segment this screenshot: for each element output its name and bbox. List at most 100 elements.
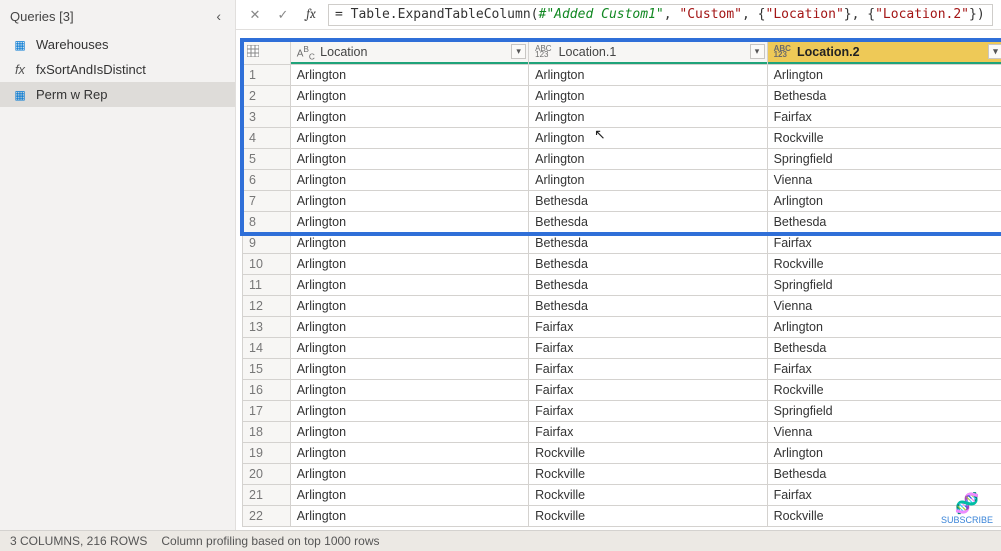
data-cell[interactable]: Arlington xyxy=(290,170,528,191)
row-number-cell[interactable]: 1 xyxy=(243,65,291,86)
formula-commit-button[interactable]: ✓ xyxy=(272,4,294,26)
table-row[interactable]: 21ArlingtonRockvilleFairfax xyxy=(243,485,1001,506)
data-cell[interactable]: Arlington xyxy=(529,65,767,86)
column-header-location-1[interactable]: ABC123 Location.1▾ xyxy=(529,41,767,65)
row-number-cell[interactable]: 6 xyxy=(243,170,291,191)
row-number-cell[interactable]: 12 xyxy=(243,296,291,317)
data-cell[interactable]: Fairfax xyxy=(529,380,767,401)
row-number-cell[interactable]: 4 xyxy=(243,128,291,149)
table-row[interactable]: 10ArlingtonBethesdaRockville xyxy=(243,254,1001,275)
data-cell[interactable]: Arlington xyxy=(290,107,528,128)
formula-input[interactable]: = Table.ExpandTableColumn(#"Added Custom… xyxy=(328,4,993,26)
data-cell[interactable]: Arlington xyxy=(290,317,528,338)
column-filter-dropdown[interactable]: ▾ xyxy=(750,44,765,59)
data-cell[interactable]: Arlington xyxy=(529,149,767,170)
data-cell[interactable]: Bethesda xyxy=(767,212,1001,233)
data-cell[interactable]: Arlington xyxy=(290,359,528,380)
column-header-location[interactable]: ABC Location▾ xyxy=(290,41,528,65)
table-row[interactable]: 5ArlingtonArlingtonSpringfield xyxy=(243,149,1001,170)
data-cell[interactable]: Fairfax xyxy=(767,233,1001,254)
data-cell[interactable]: Arlington xyxy=(767,191,1001,212)
row-number-cell[interactable]: 15 xyxy=(243,359,291,380)
table-row[interactable]: 20ArlingtonRockvilleBethesda xyxy=(243,464,1001,485)
data-cell[interactable]: Arlington xyxy=(290,380,528,401)
table-row[interactable]: 6ArlingtonArlingtonVienna xyxy=(243,170,1001,191)
data-cell[interactable]: Arlington xyxy=(290,65,528,86)
row-number-cell[interactable]: 7 xyxy=(243,191,291,212)
data-cell[interactable]: Springfield xyxy=(767,149,1001,170)
formula-cancel-button[interactable]: ✕ xyxy=(244,4,266,26)
data-cell[interactable]: Arlington xyxy=(290,149,528,170)
row-number-cell[interactable]: 16 xyxy=(243,380,291,401)
table-row[interactable]: 15ArlingtonFairfaxFairfax xyxy=(243,359,1001,380)
table-row[interactable]: 12ArlingtonBethesdaVienna xyxy=(243,296,1001,317)
data-cell[interactable]: Fairfax xyxy=(767,107,1001,128)
table-row[interactable]: 22ArlingtonRockvilleRockville xyxy=(243,506,1001,527)
data-cell[interactable]: Fairfax xyxy=(529,359,767,380)
data-cell[interactable]: Arlington xyxy=(290,464,528,485)
data-cell[interactable]: Arlington xyxy=(290,485,528,506)
data-cell[interactable]: Rockville xyxy=(529,485,767,506)
column-header-location-2[interactable]: ABC123 Location.2▾ xyxy=(767,41,1001,65)
row-number-cell[interactable]: 18 xyxy=(243,422,291,443)
data-cell[interactable]: Bethesda xyxy=(529,191,767,212)
row-number-cell[interactable]: 22 xyxy=(243,506,291,527)
row-number-cell[interactable]: 13 xyxy=(243,317,291,338)
data-cell[interactable]: Bethesda xyxy=(529,275,767,296)
data-cell[interactable]: Fairfax xyxy=(529,422,767,443)
data-cell[interactable]: Rockville xyxy=(767,128,1001,149)
row-number-cell[interactable]: 14 xyxy=(243,338,291,359)
table-row[interactable]: 14ArlingtonFairfaxBethesda xyxy=(243,338,1001,359)
table-row[interactable]: 18ArlingtonFairfaxVienna xyxy=(243,422,1001,443)
data-cell[interactable]: Rockville xyxy=(767,380,1001,401)
data-cell[interactable]: Rockville xyxy=(529,464,767,485)
data-cell[interactable]: Rockville xyxy=(529,443,767,464)
collapse-sidebar-button[interactable]: ‹ xyxy=(212,6,225,26)
table-row[interactable]: 4ArlingtonArlingtonRockville xyxy=(243,128,1001,149)
table-row[interactable]: 11ArlingtonBethesdaSpringfield xyxy=(243,275,1001,296)
table-row[interactable]: 2ArlingtonArlingtonBethesda xyxy=(243,86,1001,107)
data-cell[interactable]: Arlington xyxy=(767,443,1001,464)
data-cell[interactable]: Fairfax xyxy=(529,317,767,338)
data-grid-container[interactable]: ↖ ABC Location▾ABC123 Location.1▾ABC123 … xyxy=(236,30,1001,530)
row-number-header[interactable] xyxy=(243,41,291,65)
table-row[interactable]: 1ArlingtonArlingtonArlington xyxy=(243,65,1001,86)
data-cell[interactable]: Springfield xyxy=(767,401,1001,422)
query-item-perm-w-rep[interactable]: ▦Perm w Rep xyxy=(0,82,235,107)
data-cell[interactable]: Arlington xyxy=(529,170,767,191)
table-row[interactable]: 19ArlingtonRockvilleArlington xyxy=(243,443,1001,464)
data-cell[interactable]: Bethesda xyxy=(767,338,1001,359)
data-cell[interactable]: Arlington xyxy=(290,296,528,317)
row-number-cell[interactable]: 5 xyxy=(243,149,291,170)
data-cell[interactable]: Arlington xyxy=(290,86,528,107)
table-row[interactable]: 7ArlingtonBethesdaArlington xyxy=(243,191,1001,212)
data-cell[interactable]: Arlington xyxy=(767,317,1001,338)
data-cell[interactable]: Bethesda xyxy=(529,296,767,317)
data-grid[interactable]: ABC Location▾ABC123 Location.1▾ABC123 Lo… xyxy=(242,40,1001,527)
table-row[interactable]: 17ArlingtonFairfaxSpringfield xyxy=(243,401,1001,422)
row-number-cell[interactable]: 2 xyxy=(243,86,291,107)
data-cell[interactable]: Arlington xyxy=(290,254,528,275)
data-cell[interactable]: Arlington xyxy=(290,443,528,464)
data-cell[interactable]: Arlington xyxy=(290,275,528,296)
data-cell[interactable]: Arlington xyxy=(767,65,1001,86)
table-row[interactable]: 8ArlingtonBethesdaBethesda xyxy=(243,212,1001,233)
column-filter-dropdown[interactable]: ▾ xyxy=(988,44,1001,59)
data-cell[interactable]: Bethesda xyxy=(767,86,1001,107)
query-item-fxsortandisdistinct[interactable]: fxfxSortAndIsDistinct xyxy=(0,57,235,82)
data-cell[interactable]: Fairfax xyxy=(767,359,1001,380)
data-cell[interactable]: Rockville xyxy=(529,506,767,527)
data-cell[interactable]: Arlington xyxy=(290,212,528,233)
row-number-cell[interactable]: 10 xyxy=(243,254,291,275)
data-cell[interactable]: Arlington xyxy=(290,233,528,254)
data-cell[interactable]: Vienna xyxy=(767,422,1001,443)
data-cell[interactable]: Vienna xyxy=(767,170,1001,191)
row-number-cell[interactable]: 19 xyxy=(243,443,291,464)
row-number-cell[interactable]: 21 xyxy=(243,485,291,506)
table-row[interactable]: 16ArlingtonFairfaxRockville xyxy=(243,380,1001,401)
data-cell[interactable]: Arlington xyxy=(290,338,528,359)
data-cell[interactable]: Rockville xyxy=(767,254,1001,275)
data-cell[interactable]: Arlington xyxy=(290,506,528,527)
data-cell[interactable]: Bethesda xyxy=(529,233,767,254)
table-row[interactable]: 3ArlingtonArlingtonFairfax xyxy=(243,107,1001,128)
